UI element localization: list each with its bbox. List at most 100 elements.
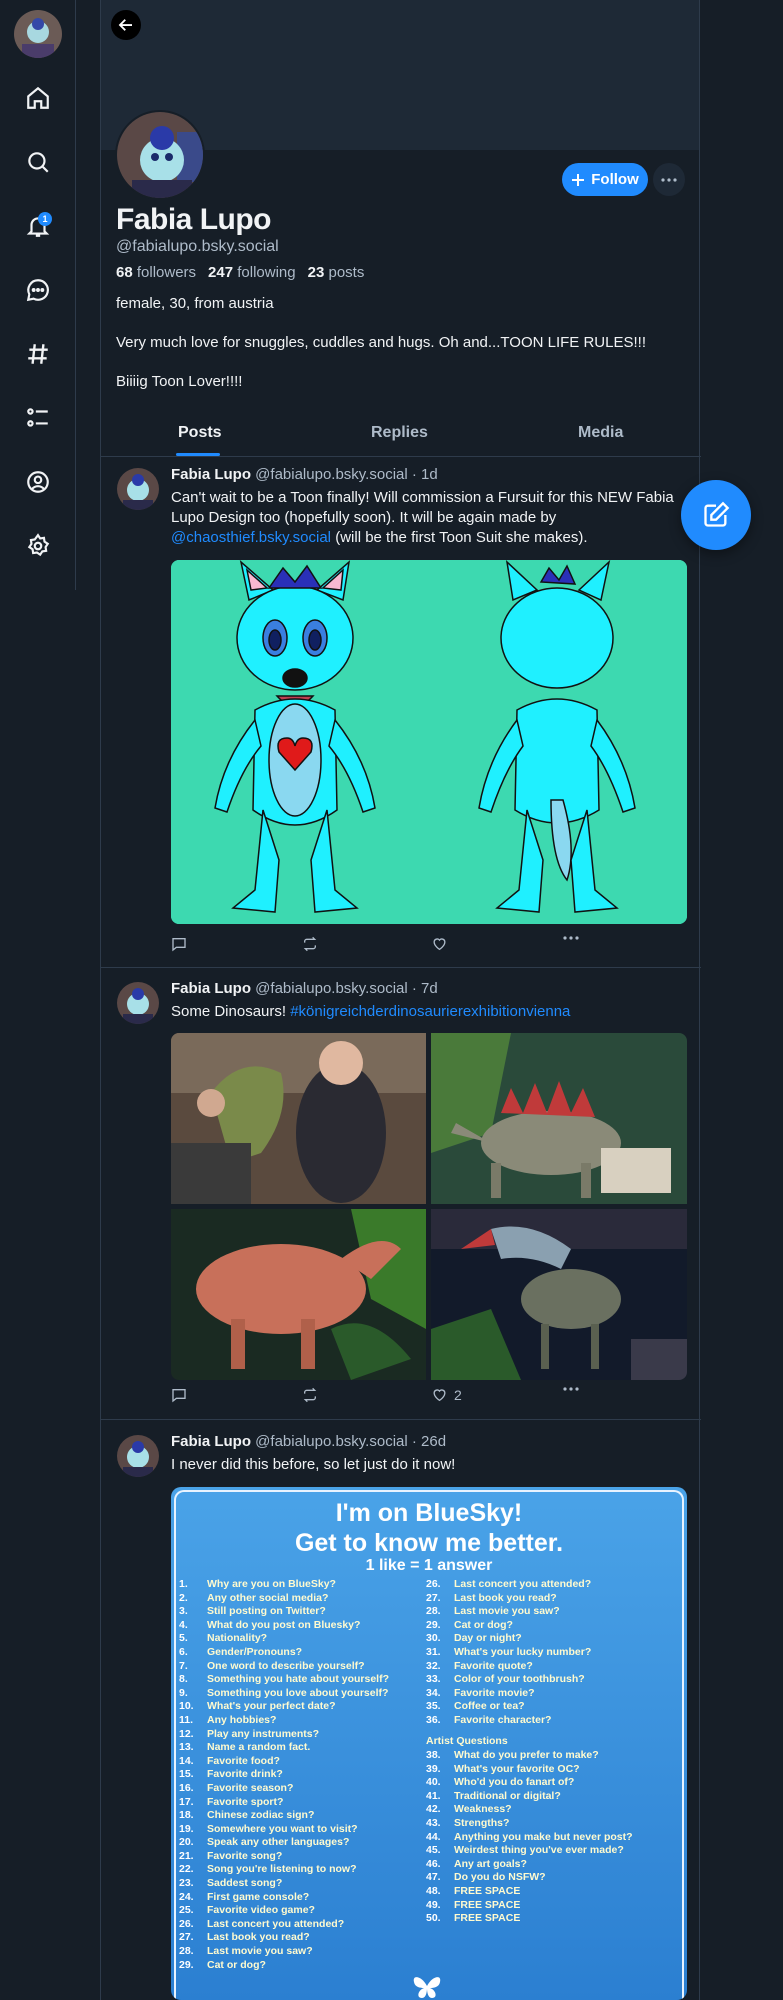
quiz-question: 3. Still posting on Twitter? [179,1605,389,1619]
quiz-question: 35. Coffee or tea? [426,1700,591,1714]
post-handle[interactable]: @fabialupo.bsky.social [255,466,408,483]
reply-button[interactable] [171,936,187,952]
quiz-question-number: 38. [426,1749,441,1761]
nav-chat[interactable] [22,274,54,306]
post-handle[interactable]: @fabialupo.bsky.social [255,980,408,997]
like-count: 2 [454,1387,462,1403]
nav-search[interactable] [22,146,54,178]
repost-button[interactable] [301,936,319,952]
post-more-button[interactable] [563,936,579,940]
quiz-question-number: 31. [426,1645,441,1658]
quiz-question-number: 42. [426,1803,441,1816]
repost-button[interactable] [301,1387,319,1403]
post-author[interactable]: Fabia Lupo [171,466,251,483]
dinosaur-photo[interactable] [431,1209,687,1380]
hashtag-link[interactable]: #königreichderdinosaurierexhibitionvienn… [290,1003,570,1020]
profile-avatar[interactable] [115,110,205,200]
quiz-question-number: 1. [179,1578,188,1590]
quiz-question: 6. Gender/Pronouns? [179,1646,389,1660]
quiz-question-number: 39. [426,1762,441,1775]
feed-post[interactable]: Fabia Lupo @fabialupo.bsky.social · 7d S… [101,972,701,1417]
quiz-question-text: Traditional or digital? [454,1789,561,1802]
quiz-question-number: 26. [426,1578,441,1590]
quiz-question-number: 27. [179,1931,194,1944]
quiz-question-text: Last concert you attended? [454,1578,592,1590]
quiz-question-number: 9. [179,1686,188,1699]
compose-button[interactable] [681,480,751,550]
nav-profile[interactable] [22,466,54,498]
post-time[interactable]: · 7d [412,980,438,997]
quiz-question-text: What's your favorite OC? [454,1762,580,1775]
tab-posts[interactable]: Posts [178,424,222,442]
feed-post[interactable]: Fabia Lupo @fabialupo.bsky.social · 26d … [101,1425,701,2000]
post-text: Can't wait to be a Toon finally! Will co… [171,489,674,546]
quiz-question: 27. Last book you read? [179,1931,389,1945]
post-avatar[interactable] [117,468,159,510]
arrow-left-icon [118,19,132,31]
nav-notifications[interactable]: 1 [22,210,54,242]
reply-button[interactable] [171,1387,187,1403]
quiz-right-column: 26. Last concert you attended? 27. Last boo… [426,1578,591,1728]
reply-icon [172,938,186,952]
nav-lists[interactable] [22,402,54,434]
nav-feeds[interactable] [22,338,54,370]
quiz-question: 10. What's your perfect date? [179,1700,389,1714]
feed-post[interactable]: Fabia Lupo @fabialupo.bsky.social · 1d C… [101,458,701,966]
profile-more-button[interactable] [653,163,685,196]
post-divider [101,967,701,968]
gear-icon [27,533,50,557]
tab-replies[interactable]: Replies [371,424,428,442]
quiz-question-number: 35. [426,1700,441,1713]
followers-stat[interactable]: 68 followers [116,264,196,281]
like-button[interactable]: 2 [431,1387,462,1403]
quiz-question: 18. Chinese zodiac sign? [179,1809,389,1823]
tab-media[interactable]: Media [578,424,623,442]
user-avatar[interactable] [14,10,62,58]
quiz-question-text: Weirdest thing you've ever made? [454,1844,624,1857]
character-reference-image[interactable] [171,560,687,924]
quiz-question-number: 11. [179,1713,194,1726]
post-more-button[interactable] [563,1387,579,1391]
repost-icon [303,1387,317,1403]
nav-settings[interactable] [22,530,54,562]
dinosaur-photo[interactable] [171,1209,426,1380]
quiz-question-number: 10. [179,1700,194,1713]
post-author[interactable]: Fabia Lupo [171,1433,251,1450]
like-button[interactable] [431,936,454,952]
follow-button[interactable]: Follow [562,163,648,196]
following-stat[interactable]: 247 following [208,264,296,281]
quiz-question-number: 50. [426,1912,441,1925]
post-time[interactable]: · 26d [412,1433,446,1450]
quiz-question-number: 16. [179,1781,194,1794]
nav-home[interactable] [22,82,54,114]
quiz-question-text: Favorite song? [207,1849,283,1862]
quiz-question-text: Somewhere you want to visit? [207,1822,358,1835]
post-author[interactable]: Fabia Lupo [171,980,251,997]
post-header: Fabia Lupo @fabialupo.bsky.social · 7d [171,980,438,997]
mention-link[interactable]: @chaosthief.bsky.social [171,529,331,546]
quiz-question-number: 30. [426,1632,441,1645]
post-avatar[interactable] [117,982,159,1024]
dinosaur-photo[interactable] [171,1033,426,1204]
back-button[interactable] [111,10,141,40]
quiz-image[interactable]: I'm on BlueSky! Get to know me better. 1… [171,1487,687,2000]
quiz-question-number: 28. [426,1605,441,1618]
quiz-question-number: 46. [426,1857,441,1870]
quiz-question: 21. Favorite song? [179,1850,389,1864]
quiz-question-text: Last concert you attended? [207,1917,345,1930]
post-avatar[interactable] [117,1435,159,1477]
quiz-question-number: 27. [426,1591,441,1604]
quiz-question-text: Gender/Pronouns? [207,1645,303,1658]
post-handle[interactable]: @fabialupo.bsky.social [255,1433,408,1450]
quiz-question-text: Cat or dog? [207,1958,266,1971]
quiz-question-text: Favorite food? [207,1754,280,1767]
quiz-question: 48. FREE SPACE [426,1885,633,1899]
quiz-question-number: 3. [179,1605,188,1618]
quiz-question: 7. One word to describe yourself? [179,1660,389,1674]
quiz-question-number: 2. [179,1591,188,1604]
post-time[interactable]: · 1d [412,466,438,483]
quiz-question-number: 29. [426,1618,441,1631]
dinosaur-photo[interactable] [431,1033,687,1204]
quiz-question-number: 21. [179,1849,194,1862]
quiz-question: 36. Favorite character? [426,1714,591,1728]
